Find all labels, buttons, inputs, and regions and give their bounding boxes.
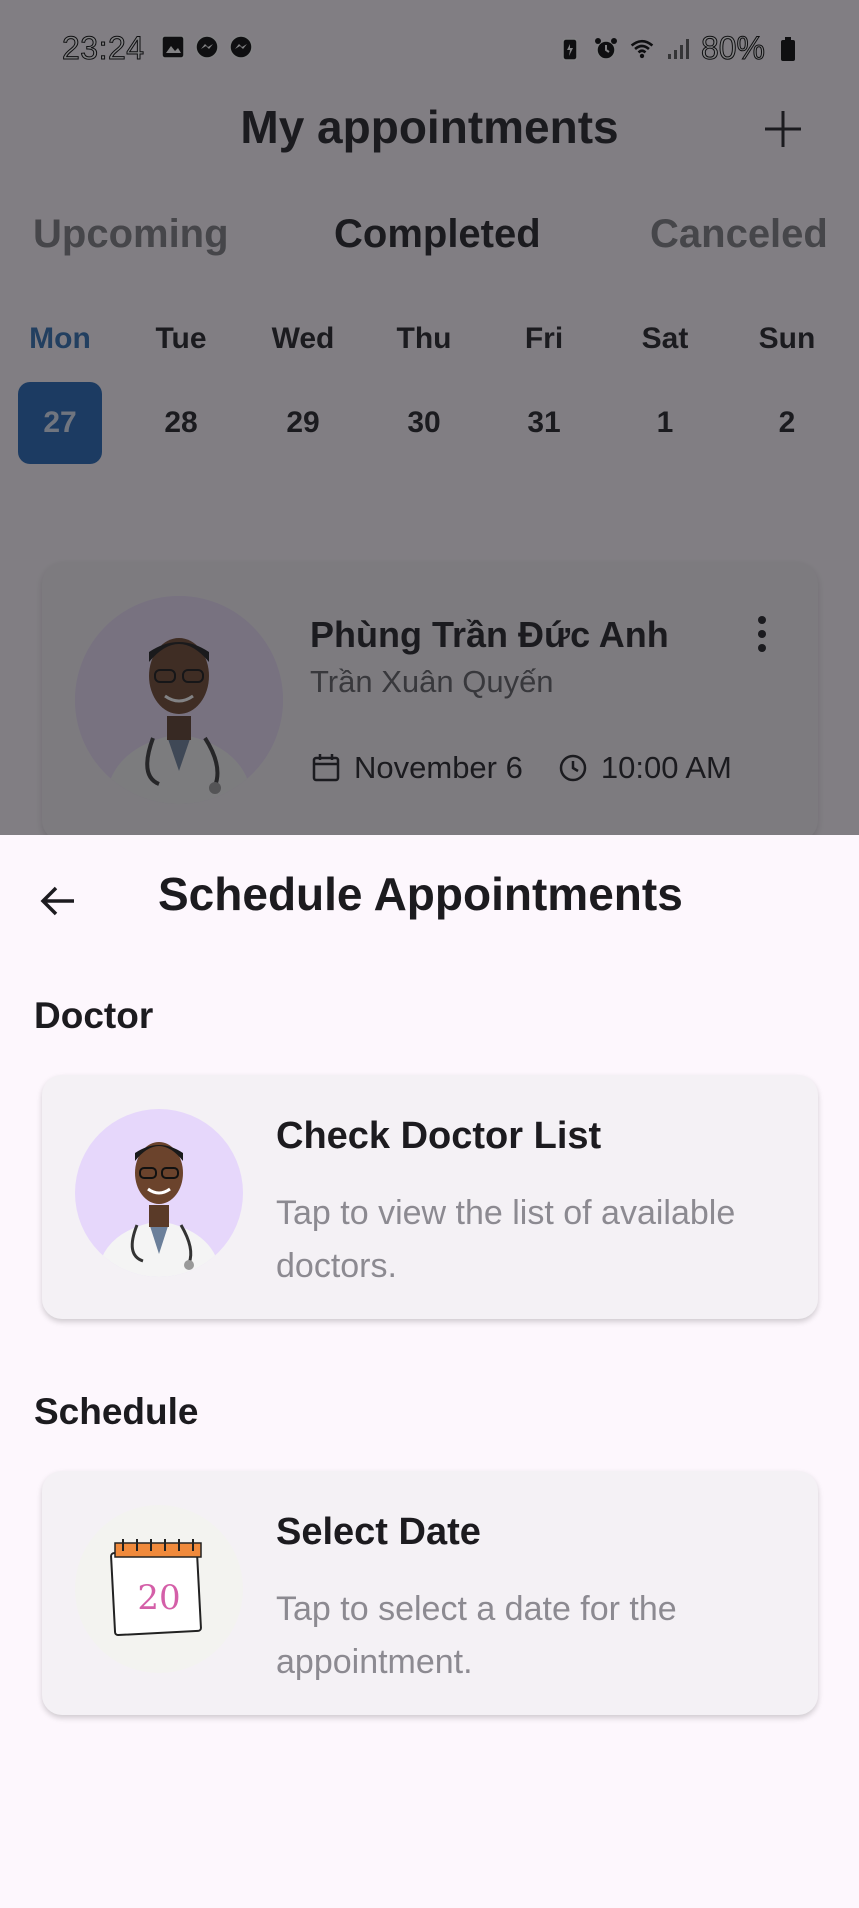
appointment-meta: November 6 10:00 AM [310, 750, 732, 786]
appointment-date: November 6 [354, 750, 523, 785]
appointment-tabs: Upcoming Completed Canceled [0, 212, 859, 262]
status-bar: 23:24 80% [0, 0, 859, 96]
day-mon[interactable]: Mon 27 [18, 322, 102, 464]
wifi-icon [629, 36, 655, 62]
check-doctor-list-description: Tap to view the list of available doctor… [276, 1194, 736, 1285]
appointment-time: 10:00 AM [600, 750, 732, 785]
day-number: 2 [778, 406, 796, 439]
day-sun[interactable]: Sun 2 [745, 322, 829, 464]
doctor-section-label: Doctor [34, 995, 154, 1036]
select-date-title: Select Date [276, 1511, 481, 1553]
day-number: 1 [656, 406, 674, 439]
tab-completed[interactable]: Completed [334, 212, 541, 257]
day-sat[interactable]: Sat 1 [623, 322, 707, 464]
doctor-thumbnail [75, 1109, 243, 1277]
plus-icon [765, 111, 801, 147]
select-date-description: Tap to select a date for the appointment… [276, 1590, 677, 1681]
select-date-card[interactable]: 20 Select Date Tap to select a date for … [42, 1471, 818, 1715]
schedule-section-label: Schedule [34, 1391, 199, 1432]
calendar-icon [312, 754, 340, 782]
day-number: 31 [527, 406, 561, 439]
image-icon [160, 34, 186, 60]
day-name: Sat [641, 322, 689, 355]
day-name: Fri [524, 322, 564, 355]
check-doctor-list-title: Check Doctor List [276, 1115, 602, 1157]
calendar-day-number: 20 [137, 1578, 180, 1618]
day-name: Mon [29, 322, 91, 355]
appointments-screen: 23:24 80% My appointments Upcoming Compl… [0, 0, 859, 835]
day-tue[interactable]: Tue 28 [139, 322, 223, 464]
calendar-thumbnail: 20 [75, 1505, 243, 1673]
sheet-title: Schedule Appointments [158, 868, 683, 920]
day-number: 29 [286, 406, 320, 439]
alarm-icon [593, 36, 619, 62]
messenger-icon [194, 34, 220, 60]
battery-saver-icon [557, 36, 583, 62]
appointment-card[interactable]: Phùng Trần Đức Anh Trần Xuân Quyến Novem… [42, 562, 818, 835]
day-name: Sun [758, 322, 816, 355]
day-name: Tue [155, 322, 207, 355]
tab-upcoming[interactable]: Upcoming [33, 212, 229, 257]
add-appointment-button[interactable] [757, 103, 809, 155]
day-number: 30 [407, 406, 441, 439]
day-name: Thu [396, 322, 452, 355]
more-options-button[interactable] [752, 614, 772, 654]
status-time: 23:24 [62, 30, 145, 67]
schedule-appointment-sheet: Schedule Appointments Doctor Check Docto… [0, 835, 859, 1908]
patient-name: Trần Xuân Quyến [310, 664, 554, 699]
day-number: 28 [164, 406, 198, 439]
battery-percentage: 80% [700, 30, 765, 67]
messenger-icon [228, 34, 254, 60]
back-button[interactable] [32, 875, 84, 927]
page-title: My appointments [240, 101, 619, 153]
tab-canceled[interactable]: Canceled [650, 212, 828, 257]
more-vert-icon [758, 616, 766, 652]
arrow-back-icon [40, 886, 74, 916]
check-doctor-list-card[interactable]: Check Doctor List Tap to view the list o… [42, 1075, 818, 1319]
day-fri[interactable]: Fri 31 [502, 322, 586, 464]
signal-icon [665, 36, 691, 62]
day-name: Wed [271, 322, 335, 355]
battery-icon [775, 36, 801, 62]
doctor-name: Phùng Trần Đức Anh [310, 614, 669, 655]
day-wed[interactable]: Wed 29 [261, 322, 345, 464]
doctor-avatar [75, 596, 283, 804]
clock-icon [559, 754, 587, 782]
day-thu[interactable]: Thu 30 [382, 322, 466, 464]
day-number: 27 [18, 382, 102, 464]
